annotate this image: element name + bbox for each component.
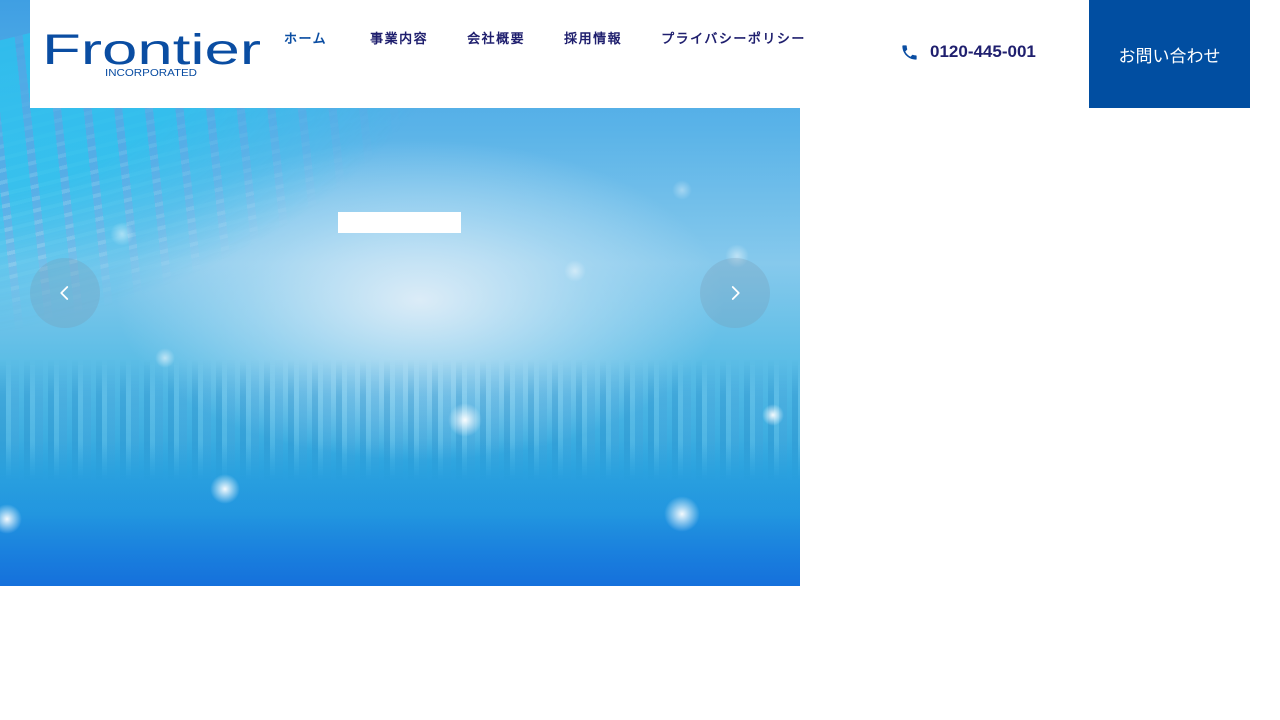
nav-item-business[interactable]: 事業内容 <box>370 28 428 47</box>
logo-tagline: INCORPORATED <box>105 68 197 79</box>
light-glow <box>564 260 586 282</box>
site-logo[interactable]: Frontier INCORPORATED <box>42 26 262 80</box>
main-nav: ホーム 事業内容 会社概要 採用情報 プライバシーポリシー <box>284 28 845 47</box>
light-glow <box>672 180 692 200</box>
nav-item-company[interactable]: 会社概要 <box>467 28 525 47</box>
light-glow <box>664 496 700 532</box>
slide-caption-box <box>338 212 461 233</box>
light-glow <box>762 404 784 426</box>
slider-prev-button[interactable] <box>30 258 100 328</box>
slider-next-button[interactable] <box>700 258 770 328</box>
light-glow <box>210 474 240 504</box>
phone-link[interactable]: 0120-445-001 <box>900 42 1036 62</box>
contact-button[interactable]: お問い合わせ <box>1089 0 1250 108</box>
light-glow <box>110 222 134 246</box>
contact-button-label: お問い合わせ <box>1118 46 1221 67</box>
chevron-left-icon <box>60 286 69 300</box>
nav-item-home[interactable]: ホーム <box>284 28 327 47</box>
light-glow <box>155 348 175 368</box>
phone-number: 0120-445-001 <box>930 42 1036 61</box>
nav-item-recruit[interactable]: 採用情報 <box>564 28 622 47</box>
frontier-logo: Frontier INCORPORATED <box>42 26 261 79</box>
site-header: Frontier INCORPORATED ホーム 事業内容 会社概要 採用情報… <box>30 0 1250 108</box>
chevron-right-icon <box>731 286 740 300</box>
light-glow <box>448 403 482 437</box>
phone-icon <box>902 44 917 60</box>
nav-item-privacy[interactable]: プライバシーポリシー <box>661 28 806 47</box>
